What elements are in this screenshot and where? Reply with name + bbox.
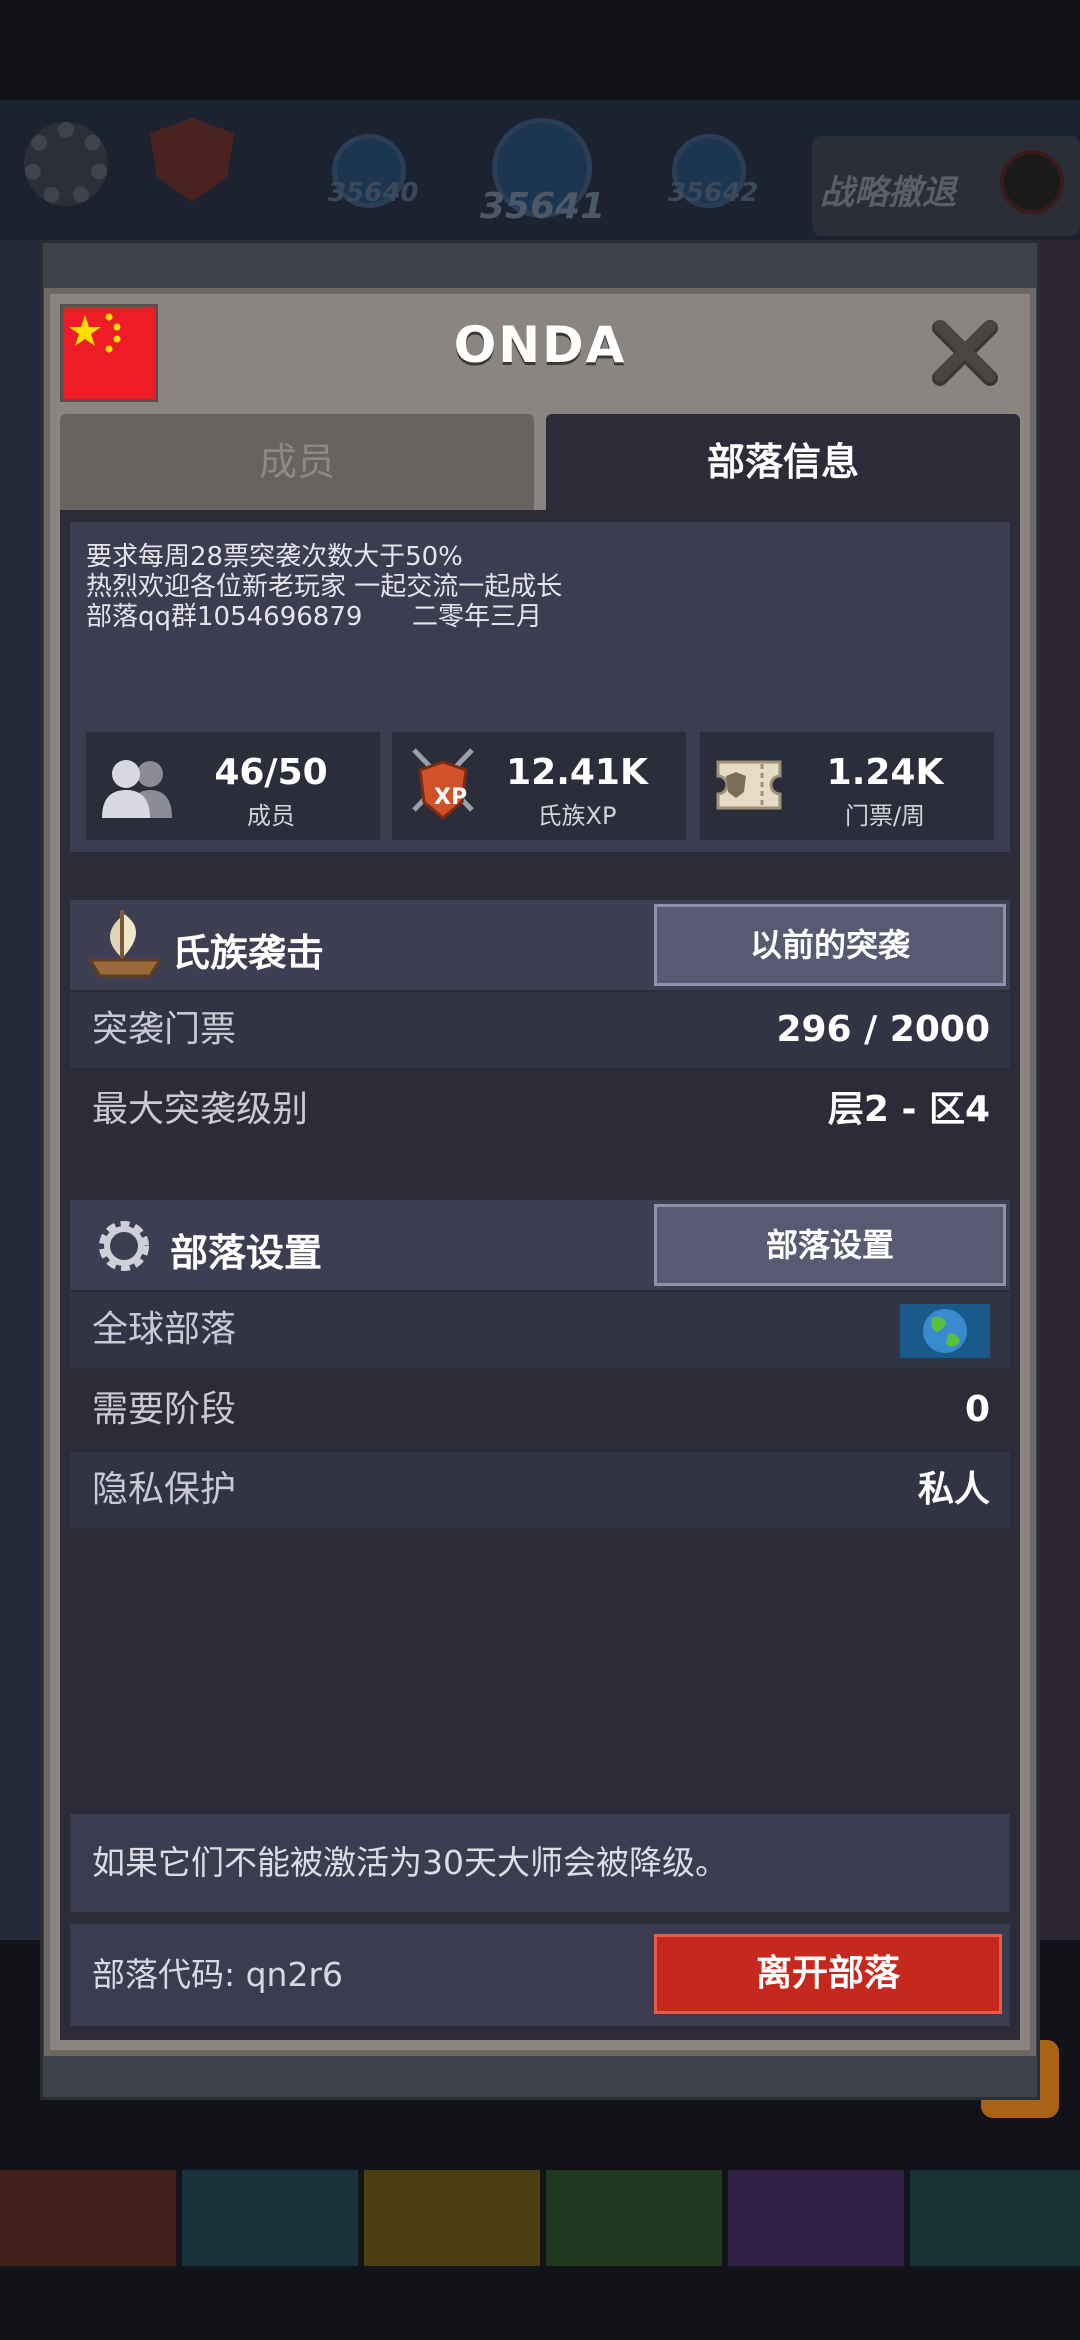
members-label: 成员 [247,802,295,830]
raid-tickets-label: 突袭门票 [92,1009,237,1050]
max-raid-level-value: 层2 - 区4 [827,1089,990,1130]
background-side-left [0,240,45,1940]
bottom-tab-sword [0,2170,176,2266]
ticket-icon [716,760,782,810]
clan-settings-button[interactable]: 部落设置 [654,1204,1006,1286]
stat-clan-xp: XP 12.41K 氏族XP [392,732,686,840]
max-raid-level-row: 最大突袭级别 层2 - 区4 [70,1072,1010,1148]
level-number: 35640 [328,178,419,208]
clan-name-title: ONDA [453,316,627,374]
level-number-current: 35641 [480,186,606,227]
members-icon [102,760,172,818]
stat-tickets: 1.24K 门票/周 [700,732,994,840]
clan-code: 部落代码: qn2r6 [92,1955,344,1994]
ship-icon [87,910,163,978]
members-count: 46/50 [214,752,328,793]
globe-icon [900,1304,990,1358]
clan-settings-title: 部落设置 [170,1231,323,1275]
global-clan-row: 全球部落 [70,1292,1010,1368]
bottom-tab-armor [364,2170,540,2266]
demotion-notice-text: 如果它们不能被激活为30天大师会被降级。 [92,1843,728,1882]
bottom-tab-heart [728,2170,904,2266]
gear-icon [99,1221,149,1271]
bottom-tab-chest [910,2170,1080,2266]
privacy-value: 私人 [917,1469,990,1510]
tab-members[interactable]: 成员 [60,414,534,510]
clan-xp-label: 氏族XP [537,802,617,830]
xp-shield-icon: XP [412,748,474,820]
required-stage-label: 需要阶段 [92,1389,237,1430]
raid-tickets-row: 突袭门票 296 / 2000 [70,992,1010,1068]
privacy-row: 隐私保护 私人 [70,1452,1010,1528]
bottom-tab-helmet [182,2170,358,2266]
leave-clan-button[interactable]: 离开部落 [654,1934,1002,2014]
clan-xp-value: 12.41K [506,752,648,793]
required-stage-value: 0 [964,1389,990,1430]
svg-text:XP: XP [434,785,467,810]
demotion-notice: 如果它们不能被激活为30天大师会被降级。 [70,1814,1010,1912]
description-line: 部落qq群1054696879 二零年三月 [86,602,543,632]
stat-members: 46/50 成员 [86,732,380,840]
level-number: 35642 [668,178,759,208]
raid-tickets-value: 296 / 2000 [776,1009,990,1050]
privacy-label: 隐私保护 [92,1469,237,1510]
clan-raid-title: 氏族袭击 [172,931,325,975]
retreat-label: 战略撤退 [820,173,956,213]
global-clan-label: 全球部落 [92,1309,237,1350]
required-stage-row: 需要阶段 0 [70,1372,1010,1448]
previous-raids-button[interactable]: 以前的突袭 [654,904,1006,986]
background-side-right [1035,240,1080,1940]
max-raid-level-label: 最大突袭级别 [92,1089,309,1130]
tickets-per-week-value: 1.24K [826,752,944,793]
settings-gear-icon [24,122,108,206]
demon-face-icon [1000,150,1064,214]
tab-clan-info[interactable]: 部落信息 [546,414,1020,510]
close-icon[interactable] [930,318,1000,388]
bottom-tab-pet [546,2170,722,2266]
tickets-per-week-label: 门票/周 [844,802,926,830]
